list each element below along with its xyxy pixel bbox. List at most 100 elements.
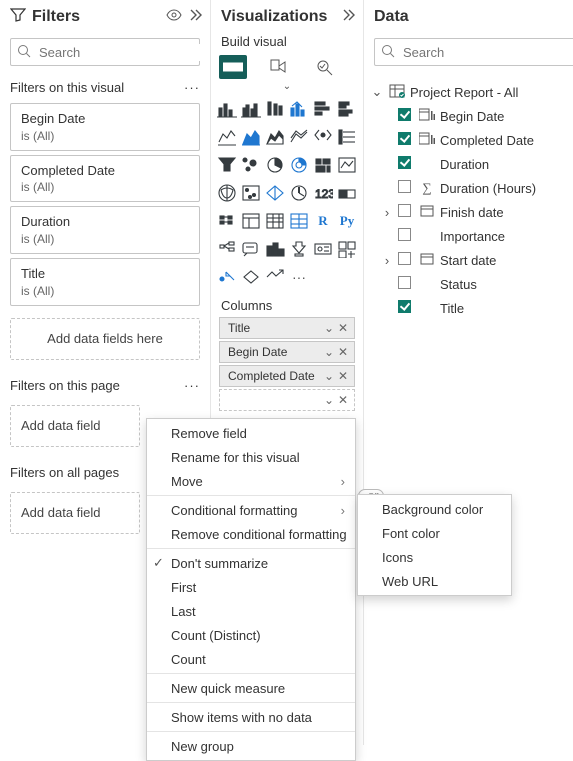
data-search[interactable] <box>374 38 573 66</box>
menu-item[interactable]: Remove field <box>147 421 355 445</box>
menu-item[interactable]: New quick measure <box>147 676 355 700</box>
ellipsis-icon[interactable]: ··· <box>184 378 200 393</box>
data-search-input[interactable] <box>401 44 573 61</box>
field-checkbox[interactable] <box>398 180 414 196</box>
chevron-down-icon[interactable]: ⌄ <box>370 84 384 100</box>
remove-icon[interactable]: ✕ <box>336 393 350 407</box>
menu-item[interactable]: Move› <box>147 469 355 493</box>
visual-type-icon[interactable] <box>313 98 333 120</box>
menu-item[interactable]: First <box>147 575 355 599</box>
field-checkbox[interactable] <box>398 276 414 292</box>
menu-item[interactable]: New group <box>147 734 355 758</box>
visual-type-icon[interactable] <box>337 182 357 204</box>
visual-type-icon[interactable] <box>289 182 309 204</box>
menu-item[interactable]: Background color <box>358 497 511 521</box>
tree-field-row[interactable]: Status <box>370 272 573 296</box>
filter-card[interactable]: Titleis (All) <box>10 258 200 306</box>
visual-type-icon[interactable] <box>265 126 285 148</box>
visual-type-icon[interactable] <box>241 182 261 204</box>
tree-field-row[interactable]: Begin Date <box>370 104 573 128</box>
visual-type-icon[interactable] <box>241 210 261 232</box>
visual-type-icon[interactable] <box>241 238 261 260</box>
eye-icon[interactable] <box>166 8 182 26</box>
menu-item[interactable]: Rename for this visual <box>147 445 355 469</box>
menu-item[interactable]: Font color <box>358 521 511 545</box>
tree-field-row[interactable]: Completed Date <box>370 128 573 152</box>
filter-card[interactable]: Begin Dateis (All) <box>10 103 200 151</box>
field-pill[interactable]: Title⌄✕ <box>219 317 355 339</box>
visual-type-icon[interactable] <box>241 154 261 176</box>
tree-field-row[interactable]: Title <box>370 296 573 320</box>
field-checkbox[interactable] <box>398 108 414 124</box>
visual-type-icon[interactable] <box>313 238 333 260</box>
tree-table-row[interactable]: ⌄Project Report - All <box>370 80 573 104</box>
menu-item[interactable]: Web URL <box>358 569 511 593</box>
tree-field-row[interactable]: Importance <box>370 224 573 248</box>
visual-type-icon[interactable] <box>289 210 309 232</box>
menu-item[interactable]: Last <box>147 599 355 623</box>
field-checkbox[interactable] <box>398 132 414 148</box>
visual-type-icon[interactable] <box>337 154 357 176</box>
visual-type-icon[interactable]: 123 <box>313 182 333 204</box>
visual-type-icon[interactable] <box>337 238 357 260</box>
tab-format[interactable] <box>265 55 293 79</box>
chevron-down-icon[interactable]: ⌄ <box>322 393 336 407</box>
field-checkbox[interactable] <box>398 300 414 316</box>
visual-type-icon[interactable] <box>337 126 357 148</box>
chevron-down-icon[interactable]: ⌄ <box>322 345 336 359</box>
visual-type-icon[interactable] <box>265 98 285 120</box>
tab-analytics[interactable] <box>311 55 339 79</box>
dropzone-all[interactable]: Add data field <box>10 492 140 534</box>
visual-type-icon[interactable] <box>217 210 237 232</box>
visual-type-icon[interactable]: ··· <box>289 266 309 288</box>
field-pill[interactable]: Begin Date⌄✕ <box>219 341 355 363</box>
tree-field-row[interactable]: Duration <box>370 152 573 176</box>
filter-card[interactable]: Completed Dateis (All) <box>10 155 200 203</box>
remove-icon[interactable]: ✕ <box>336 369 350 383</box>
visual-type-icon[interactable] <box>217 98 237 120</box>
menu-item[interactable]: Icons <box>358 545 511 569</box>
visual-type-icon[interactable]: Py <box>337 210 357 232</box>
tree-field-row[interactable]: ›Start date <box>370 248 573 272</box>
visual-type-icon[interactable] <box>217 238 237 260</box>
dropzone-visual[interactable]: Add data fields here <box>10 318 200 360</box>
visual-type-icon[interactable] <box>241 126 261 148</box>
visual-type-icon[interactable] <box>265 238 285 260</box>
visual-type-icon[interactable]: R <box>313 210 333 232</box>
visual-type-icon[interactable] <box>289 238 309 260</box>
visual-type-icon[interactable] <box>265 210 285 232</box>
chevron-down-icon[interactable]: ⌄ <box>322 369 336 383</box>
menu-item[interactable]: Remove conditional formatting› <box>147 522 355 546</box>
dropzone-page[interactable]: Add data field <box>10 405 140 447</box>
collapse-icon[interactable] <box>341 8 355 26</box>
tree-field-row[interactable]: ∑Duration (Hours) <box>370 176 573 200</box>
visual-type-icon[interactable] <box>241 98 261 120</box>
visual-type-icon[interactable] <box>217 154 237 176</box>
filter-card[interactable]: Durationis (All) <box>10 206 200 254</box>
chevron-right-icon[interactable]: › <box>380 253 394 268</box>
visual-type-icon[interactable] <box>337 98 357 120</box>
visual-type-icon[interactable] <box>241 266 261 288</box>
visual-type-icon[interactable] <box>289 98 309 120</box>
field-pill[interactable]: Completed Date⌄✕ <box>219 365 355 387</box>
ellipsis-icon[interactable]: ··· <box>184 80 200 95</box>
field-checkbox[interactable] <box>398 228 414 244</box>
field-checkbox[interactable] <box>398 252 414 268</box>
chevron-right-icon[interactable]: › <box>380 205 394 220</box>
menu-item[interactable]: ✓Don't summarize <box>147 551 355 575</box>
menu-item[interactable]: Count <box>147 647 355 671</box>
visual-type-icon[interactable] <box>265 266 285 288</box>
visual-type-icon[interactable] <box>217 266 237 288</box>
visual-type-icon[interactable] <box>265 182 285 204</box>
visual-type-icon[interactable] <box>289 126 309 148</box>
menu-item[interactable]: Show items with no data <box>147 705 355 729</box>
visual-type-icon[interactable] <box>313 154 333 176</box>
menu-item[interactable]: Count (Distinct) <box>147 623 355 647</box>
field-checkbox[interactable] <box>398 204 414 220</box>
visual-type-icon[interactable] <box>265 154 285 176</box>
tree-field-row[interactable]: ›Finish date <box>370 200 573 224</box>
visual-type-icon[interactable] <box>217 182 237 204</box>
remove-icon[interactable]: ✕ <box>336 321 350 335</box>
field-checkbox[interactable] <box>398 156 414 172</box>
visual-type-icon[interactable] <box>217 126 237 148</box>
